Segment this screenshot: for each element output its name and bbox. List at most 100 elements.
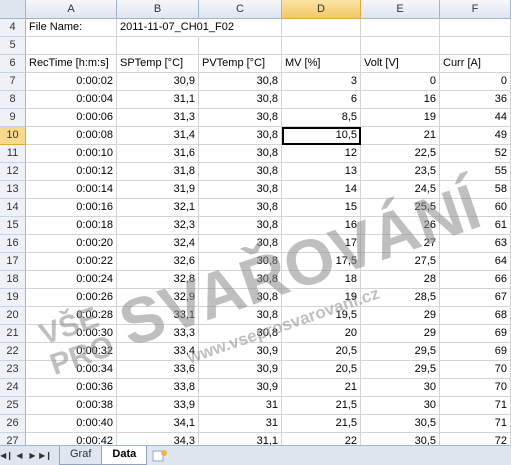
rectime-cell[interactable]: 0:00:12 [26, 163, 117, 181]
tab-data[interactable]: Data [101, 446, 148, 465]
row-header[interactable]: 23 [0, 361, 26, 379]
mv-cell[interactable]: 21,5 [282, 415, 361, 433]
cell[interactable] [199, 19, 282, 37]
rectime-cell[interactable]: 0:00:02 [26, 73, 117, 91]
rectime-cell[interactable]: 0:00:14 [26, 181, 117, 199]
mv-cell[interactable]: 12 [282, 145, 361, 163]
row-header[interactable]: 26 [0, 415, 26, 433]
rectime-cell[interactable]: 0:00:34 [26, 361, 117, 379]
sptemp-cell[interactable]: 32,8 [117, 271, 199, 289]
sptemp-cell[interactable]: 30,9 [117, 73, 199, 91]
cell[interactable] [199, 37, 282, 55]
volt-cell[interactable]: 19 [361, 109, 440, 127]
curr-cell[interactable]: 69 [440, 343, 511, 361]
sptemp-cell[interactable]: 31,3 [117, 109, 199, 127]
sptemp-cell[interactable]: 33,6 [117, 361, 199, 379]
mv-cell[interactable]: 20,5 [282, 343, 361, 361]
curr-cell[interactable]: 68 [440, 307, 511, 325]
curr-cell[interactable]: 60 [440, 199, 511, 217]
pvtemp-cell[interactable]: 30,8 [199, 325, 282, 343]
cell[interactable] [26, 37, 117, 55]
row-header[interactable]: 17 [0, 253, 26, 271]
pvtemp-cell[interactable]: 30,8 [199, 145, 282, 163]
volt-cell[interactable]: 27,5 [361, 253, 440, 271]
pvtemp-header-cell[interactable]: PVTemp [°C] [199, 55, 282, 73]
cell[interactable] [282, 19, 361, 37]
row-header[interactable]: 8 [0, 91, 26, 109]
curr-cell[interactable]: 49 [440, 127, 511, 145]
row-header[interactable]: 13 [0, 181, 26, 199]
column-header-a[interactable]: A [26, 0, 117, 19]
mv-cell[interactable]: 19 [282, 289, 361, 307]
column-header-e[interactable]: E [361, 0, 440, 19]
mv-cell[interactable]: 18 [282, 271, 361, 289]
row-header[interactable]: 11 [0, 145, 26, 163]
pvtemp-cell[interactable]: 30,8 [199, 271, 282, 289]
next-sheet-icon[interactable]: ▶ [26, 446, 39, 465]
first-sheet-icon[interactable]: ◀❙ [0, 446, 13, 465]
sptemp-cell[interactable]: 32,9 [117, 289, 199, 307]
curr-cell[interactable]: 69 [440, 325, 511, 343]
volt-cell[interactable]: 16 [361, 91, 440, 109]
mv-cell[interactable]: 20 [282, 325, 361, 343]
volt-cell[interactable]: 0 [361, 73, 440, 91]
volt-cell[interactable]: 29,5 [361, 343, 440, 361]
pvtemp-cell[interactable]: 30,8 [199, 181, 282, 199]
pvtemp-cell[interactable]: 30,8 [199, 127, 282, 145]
column-header-d[interactable]: D [282, 0, 361, 19]
curr-cell[interactable]: 72 [440, 433, 511, 445]
mv-cell[interactable]: 14 [282, 181, 361, 199]
volt-cell[interactable]: 30,5 [361, 415, 440, 433]
file-name-label-cell[interactable]: File Name: [26, 19, 117, 37]
curr-cell[interactable]: 70 [440, 379, 511, 397]
mv-cell[interactable]: 22 [282, 433, 361, 445]
cell[interactable] [361, 19, 440, 37]
pvtemp-cell[interactable]: 30,8 [199, 163, 282, 181]
rectime-cell[interactable]: 0:00:28 [26, 307, 117, 325]
pvtemp-cell[interactable]: 30,9 [199, 379, 282, 397]
pvtemp-cell[interactable]: 30,8 [199, 109, 282, 127]
volt-cell[interactable]: 30 [361, 397, 440, 415]
curr-cell[interactable]: 67 [440, 289, 511, 307]
sptemp-cell[interactable]: 33,4 [117, 343, 199, 361]
rectime-cell[interactable]: 0:00:42 [26, 433, 117, 445]
volt-cell[interactable]: 30 [361, 379, 440, 397]
sptemp-cell[interactable]: 31,4 [117, 127, 199, 145]
curr-cell[interactable]: 70 [440, 361, 511, 379]
volt-header-cell[interactable]: Volt [V] [361, 55, 440, 73]
mv-cell[interactable]: 16 [282, 217, 361, 235]
rectime-cell[interactable]: 0:00:24 [26, 271, 117, 289]
column-header-f[interactable]: F [440, 0, 511, 19]
mv-cell[interactable]: 8,5 [282, 109, 361, 127]
row-header[interactable]: 27 [0, 433, 26, 445]
mv-cell[interactable]: 20,5 [282, 361, 361, 379]
tab-graf[interactable]: Graf [59, 446, 103, 465]
sptemp-cell[interactable]: 32,3 [117, 217, 199, 235]
sptemp-cell[interactable]: 34,3 [117, 433, 199, 445]
row-header[interactable]: 22 [0, 343, 26, 361]
mv-cell[interactable]: 17,5 [282, 253, 361, 271]
curr-cell[interactable]: 71 [440, 415, 511, 433]
mv-cell[interactable]: 21,5 [282, 397, 361, 415]
mv-cell[interactable]: 13 [282, 163, 361, 181]
pvtemp-cell[interactable]: 31 [199, 397, 282, 415]
row-header[interactable]: 14 [0, 199, 26, 217]
rectime-cell[interactable]: 0:00:30 [26, 325, 117, 343]
pvtemp-cell[interactable]: 30,9 [199, 361, 282, 379]
row-header[interactable]: 12 [0, 163, 26, 181]
curr-cell[interactable]: 52 [440, 145, 511, 163]
sptemp-cell[interactable]: 31,1 [117, 91, 199, 109]
row-header[interactable]: 19 [0, 289, 26, 307]
row-header[interactable]: 24 [0, 379, 26, 397]
sptemp-cell[interactable]: 32,1 [117, 199, 199, 217]
mv-cell[interactable]: 3 [282, 73, 361, 91]
row-header[interactable]: 21 [0, 325, 26, 343]
sptemp-header-cell[interactable]: SPTemp [°C] [117, 55, 199, 73]
volt-cell[interactable]: 29 [361, 307, 440, 325]
row-header[interactable]: 7 [0, 73, 26, 91]
sptemp-cell[interactable]: 31,9 [117, 181, 199, 199]
curr-cell[interactable]: 64 [440, 253, 511, 271]
volt-cell[interactable]: 28,5 [361, 289, 440, 307]
rectime-cell[interactable]: 0:00:32 [26, 343, 117, 361]
rectime-cell[interactable]: 0:00:38 [26, 397, 117, 415]
